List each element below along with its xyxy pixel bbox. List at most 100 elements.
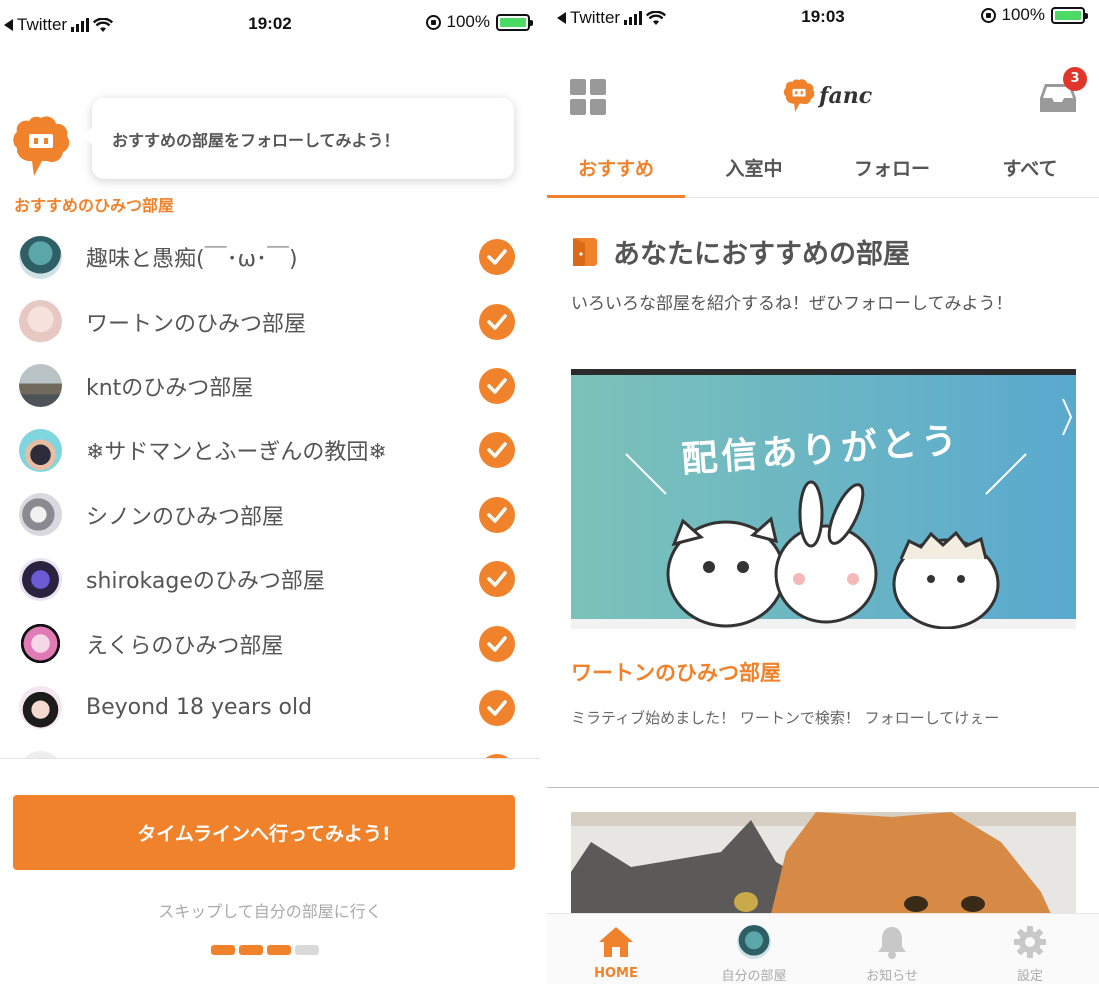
- list-item[interactable]: えくらのひみつ部屋: [0, 611, 540, 675]
- avatar: [19, 750, 62, 758]
- tab-follow[interactable]: フォロー: [823, 140, 961, 197]
- tip-text: おすすめの部屋をフォローしてみよう！: [112, 130, 400, 150]
- status-bar: Twitter 19:02 100%: [0, 0, 540, 50]
- avatar: [19, 300, 62, 344]
- avatar: [19, 557, 62, 601]
- list-item[interactable]: ❄サドマンとふーぎんの教団❄: [0, 418, 540, 482]
- check-icon: [487, 313, 507, 330]
- room-name: シノンのひみつ部屋: [86, 504, 285, 530]
- room-name: kntのひみつ部屋: [86, 375, 254, 401]
- tip-bubble: おすすめの部屋をフォローしてみよう！: [82, 98, 514, 179]
- room-name: 趣味と愚痴(￣･ω･￣): [86, 247, 298, 273]
- follow-check-button[interactable]: [479, 239, 515, 276]
- room-card-title[interactable]: ワートンのひみつ部屋: [571, 657, 781, 687]
- check-icon: [487, 442, 507, 459]
- banner-illustration: [571, 369, 1076, 629]
- list-item[interactable]: [0, 740, 540, 758]
- mascot-icon: [13, 116, 70, 176]
- room-banner-image[interactable]: 配信ありがとう: [571, 369, 1076, 629]
- room-name: ❄サドマンとふーぎんの教団❄: [86, 440, 387, 466]
- nav-label: 設定: [1016, 969, 1043, 984]
- check-icon: [487, 700, 507, 716]
- status-bar: Twitter 19:03 100%: [547, 0, 1099, 50]
- avatar: [19, 428, 62, 472]
- follow-check-button[interactable]: [479, 689, 515, 726]
- bottom-nav: HOME 自分の部屋 お知らせ 設定: [547, 913, 1099, 984]
- room-name: えくらのひみつ部屋: [86, 633, 284, 659]
- tab-all[interactable]: すべて: [961, 140, 1099, 197]
- avatar: [19, 622, 62, 666]
- room-name: Beyond 18 years old: [86, 695, 313, 721]
- door-icon: [573, 237, 597, 266]
- avatar: [19, 364, 62, 408]
- list-item[interactable]: 趣味と愚痴(￣･ω･￣): [0, 225, 540, 289]
- list-item[interactable]: shirokageのひみつ部屋: [0, 547, 540, 611]
- section-description: いろいろな部屋を紹介するね！ぜひフォローしてみよう！: [571, 294, 1013, 314]
- check-icon: [487, 507, 507, 523]
- bell-icon: [878, 926, 906, 959]
- room-photo[interactable]: [571, 812, 1076, 914]
- progress-step: [239, 945, 263, 955]
- follow-check-button[interactable]: [479, 496, 515, 533]
- avatar: [19, 493, 62, 537]
- check-icon: [487, 571, 507, 587]
- battery-icon: [496, 13, 533, 31]
- follow-check-button[interactable]: [479, 432, 515, 469]
- home-icon: [599, 927, 633, 957]
- nav-label: お知らせ: [866, 969, 918, 984]
- avatar-icon: [737, 924, 771, 959]
- section-header: あなたにおすすめの部屋: [571, 232, 910, 271]
- battery-icon: [1051, 6, 1088, 24]
- progress-step: [295, 945, 319, 955]
- cat-photo: [571, 812, 1076, 914]
- onboarding-progress: [211, 945, 319, 955]
- battery-percent: 100%: [446, 12, 490, 31]
- nav-notifications[interactable]: お知らせ: [823, 914, 961, 984]
- screen-divider: [540, 0, 547, 984]
- mascot-icon: [783, 79, 815, 112]
- nav-settings[interactable]: 設定: [961, 914, 1099, 984]
- home-screen: Twitter 19:03 100% fanc 3 おすすめ 入室中 フォロー …: [547, 0, 1099, 984]
- section-title: あなたにおすすめの部屋: [613, 239, 910, 270]
- follow-check-button[interactable]: [479, 625, 515, 662]
- inbox-badge: 3: [1063, 67, 1087, 91]
- follow-check-button[interactable]: [479, 367, 515, 404]
- list-item[interactable]: kntのひみつ部屋: [0, 354, 540, 418]
- room-name: shirokageのひみつ部屋: [86, 569, 325, 595]
- gear-icon: [1014, 925, 1046, 958]
- room-name: ワートンのひみつ部屋: [86, 311, 307, 337]
- nav-label: HOME: [594, 966, 638, 981]
- go-to-timeline-button[interactable]: タイムラインへ行ってみよう!: [13, 795, 515, 870]
- recommended-section-label: おすすめのひみつ部屋: [14, 196, 175, 215]
- tab-recommended[interactable]: おすすめ: [547, 140, 685, 198]
- onboarding-screen: Twitter 19:02 100% おすすめの部屋をフォローしてみよう！ おす…: [0, 0, 540, 984]
- rotation-lock-icon: [425, 14, 441, 30]
- nav-home[interactable]: HOME: [547, 914, 685, 984]
- list-item[interactable]: シノンのひみつ部屋: [0, 483, 540, 547]
- avatar: [19, 235, 62, 279]
- menu-grid-icon[interactable]: [570, 79, 606, 115]
- tab-in-room[interactable]: 入室中: [685, 140, 823, 197]
- avatar: [19, 686, 62, 730]
- progress-step: [267, 945, 291, 955]
- divider: [0, 758, 540, 759]
- rotation-lock-icon: [980, 7, 996, 23]
- room-card-description: ミラティブ始めました！ ワートンで検索！ フォローしてけぇー: [571, 709, 1000, 727]
- follow-check-button[interactable]: [479, 303, 515, 340]
- check-icon: [487, 635, 507, 652]
- check-icon: [487, 378, 507, 394]
- progress-step: [211, 945, 235, 955]
- follow-check-button[interactable]: [479, 561, 515, 598]
- room-tabs: おすすめ 入室中 フォロー すべて: [547, 140, 1099, 198]
- list-item[interactable]: ワートンのひみつ部屋: [0, 289, 540, 353]
- nav-label: 自分の部屋: [721, 969, 787, 984]
- check-icon: [487, 249, 507, 265]
- nav-my-room[interactable]: 自分の部屋: [685, 914, 823, 984]
- skip-link[interactable]: スキップして自分の部屋に行く: [0, 898, 540, 922]
- app-logo: fanc: [783, 78, 872, 114]
- divider: [547, 787, 1099, 788]
- room-list: 趣味と愚痴(￣･ω･￣) ワートンのひみつ部屋 kntのひみつ部屋 ❄サドマンと…: [0, 225, 540, 758]
- battery-percent: 100%: [1001, 5, 1045, 24]
- list-item[interactable]: Beyond 18 years old: [0, 676, 540, 740]
- logo-text: fanc: [819, 83, 873, 109]
